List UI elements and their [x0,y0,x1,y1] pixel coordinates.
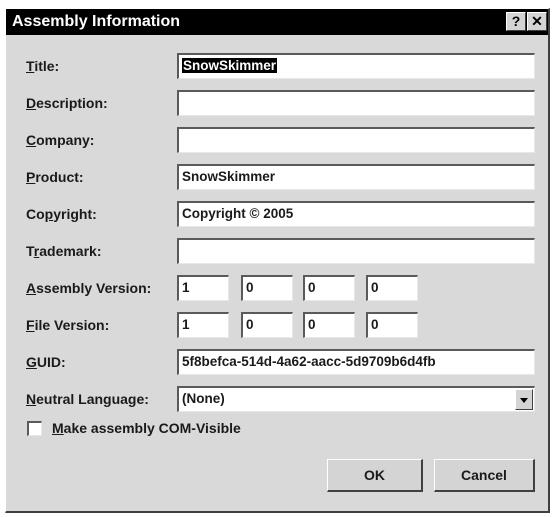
cancel-button[interactable]: Cancel [434,459,535,492]
neutral-language-select[interactable]: (None) [177,386,535,412]
ok-button[interactable]: OK [327,459,423,492]
file-version-minor[interactable]: 0 [241,312,293,338]
com-visible-label[interactable]: Make assembly COM-Visible [52,420,241,436]
trademark-field[interactable] [177,238,535,264]
file-version-revision[interactable]: 0 [366,312,418,338]
title-label-text: Title: [26,58,60,74]
title-field-value: SnowSkimmer [182,58,278,73]
trademark-label-text: Trademark: [26,243,102,259]
copyright-label-text: Copyright: [26,206,97,222]
guid-label-text: GUID: [26,354,66,370]
close-button[interactable]: ✕ [527,12,547,31]
chevron-down-icon[interactable] [515,389,533,410]
assembly-version-label-text: Assembly Version: [26,280,152,296]
title-label: Title: [26,58,59,74]
description-label-text: Description: [26,95,108,111]
guid-field[interactable]: 5f8befca-514d-4a62-aacc-5d9709b6d4fb [177,349,535,375]
assembly-version-build[interactable]: 0 [303,275,355,301]
assembly-version-revision[interactable]: 0 [366,275,418,301]
company-field[interactable] [177,127,535,153]
title-bar: Assembly Information ? ✕ [6,9,548,35]
file-version-label: File Version: [26,317,109,333]
file-version-major[interactable]: 1 [177,312,229,338]
assembly-version-major[interactable]: 1 [177,275,229,301]
copyright-field[interactable]: Copyright © 2005 [177,201,535,227]
copyright-label: Copyright: [26,206,97,222]
company-label-text: Company: [26,132,95,148]
description-label: Description: [26,95,108,111]
file-version-label-text: File Version: [26,317,110,333]
trademark-label: Trademark: [26,243,102,259]
assembly-version-minor[interactable]: 0 [241,275,293,301]
product-label-text: Product: [26,169,84,185]
neutral-language-label-text: Neutral Language: [26,391,149,407]
product-field[interactable]: SnowSkimmer [177,164,535,190]
com-visible-checkbox[interactable] [27,421,42,436]
neutral-language-label: Neutral Language: [26,391,149,407]
title-field[interactable]: SnowSkimmer [177,53,535,79]
company-label: Company: [26,132,94,148]
assembly-version-label: Assembly Version: [26,280,151,296]
file-version-build[interactable]: 0 [303,312,355,338]
guid-label: GUID: [26,354,66,370]
product-label: Product: [26,169,84,185]
description-field[interactable] [177,90,535,116]
help-button[interactable]: ? [506,12,526,31]
com-visible-label-text: Make assembly COM-Visible [52,420,241,436]
neutral-language-value: (None) [182,391,225,406]
dialog-title: Assembly Information [12,13,181,30]
